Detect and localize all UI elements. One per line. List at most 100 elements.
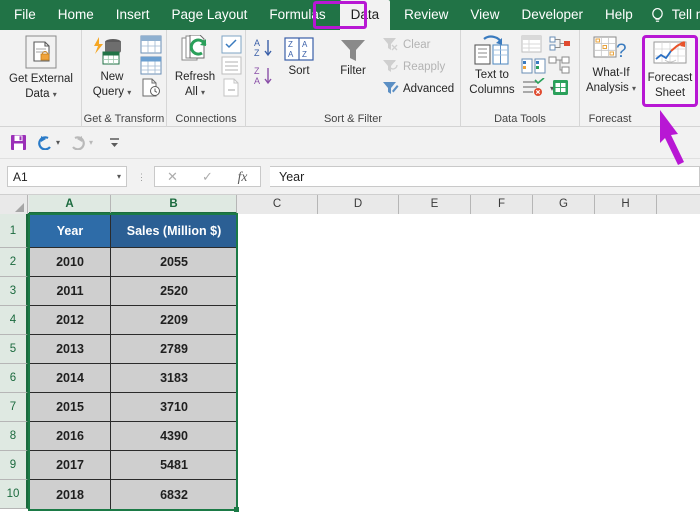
- show-queries-icon[interactable]: [140, 35, 162, 54]
- refresh-all-label-1: Refresh: [174, 71, 216, 83]
- tab-file[interactable]: File: [0, 0, 47, 30]
- name-box-chevron-down-icon[interactable]: ▾: [117, 172, 121, 181]
- tab-insert[interactable]: Insert: [105, 0, 161, 30]
- connections-icon[interactable]: [221, 35, 242, 54]
- tab-view[interactable]: View: [459, 0, 510, 30]
- tab-formulas[interactable]: Formulas: [258, 0, 336, 30]
- cell-a5[interactable]: 2013: [29, 335, 111, 364]
- cell-a4[interactable]: 2012: [29, 306, 111, 335]
- cell-a6[interactable]: 2014: [29, 364, 111, 393]
- formula-bar-drag-handle[interactable]: ⋮: [137, 172, 146, 181]
- recent-sources-icon[interactable]: [140, 78, 162, 97]
- clear-filter-button[interactable]: Clear: [382, 37, 430, 52]
- cell-a10[interactable]: 2018: [29, 480, 111, 509]
- get-external-data-caret-icon[interactable]: ▾: [53, 90, 57, 99]
- cell-a8[interactable]: 2016: [29, 422, 111, 451]
- filter-button[interactable]: Filter: [330, 37, 376, 78]
- column-header-f[interactable]: F: [471, 195, 533, 214]
- save-button[interactable]: [7, 134, 30, 151]
- cell-b10[interactable]: 6832: [111, 480, 237, 509]
- row-header-3[interactable]: 3: [0, 277, 28, 306]
- refresh-all-caret-icon[interactable]: ▾: [201, 88, 205, 97]
- sort-ascending-icon[interactable]: A Z: [252, 37, 276, 59]
- sort-descending-icon[interactable]: Z A: [252, 65, 276, 87]
- what-if-analysis-button[interactable]: ? What-If Analysis ▾: [582, 35, 640, 95]
- column-header-h[interactable]: H: [595, 195, 657, 214]
- redo-caret-icon[interactable]: ▾: [89, 138, 93, 147]
- confirm-entry-button[interactable]: ✓: [190, 169, 225, 185]
- properties-icon[interactable]: [221, 56, 242, 75]
- row-header-2[interactable]: 2: [0, 248, 28, 277]
- ribbon-body: Get External Data ▾ New Query ▾ Get & Tr…: [0, 30, 700, 127]
- row-header-5[interactable]: 5: [0, 335, 28, 364]
- remove-duplicates-icon[interactable]: [521, 56, 547, 75]
- what-if-analysis-label-2-text: Analysis: [585, 82, 629, 94]
- column-header-b[interactable]: B: [111, 195, 237, 214]
- formula-input[interactable]: Year: [270, 166, 700, 187]
- redo-button[interactable]: ▾: [66, 135, 96, 150]
- text-to-columns-button[interactable]: Text to Columns: [463, 35, 521, 97]
- what-if-analysis-caret-icon[interactable]: ▾: [632, 84, 636, 93]
- column-header-c[interactable]: C: [237, 195, 318, 214]
- cell-b5[interactable]: 2789: [111, 335, 237, 364]
- column-header-a[interactable]: A: [29, 195, 111, 214]
- refresh-all-button[interactable]: Refresh All ▾: [169, 35, 221, 99]
- svg-text:A: A: [254, 38, 260, 48]
- cell-a1[interactable]: Year: [29, 214, 111, 248]
- edit-links-icon[interactable]: [221, 78, 242, 97]
- cell-b1[interactable]: Sales (Million $): [111, 214, 237, 248]
- tell-me-box[interactable]: Tell me: [650, 0, 700, 30]
- sort-button[interactable]: Z A A Z Sort: [278, 37, 320, 78]
- cell-a3[interactable]: 2011: [29, 277, 111, 306]
- reapply-filter-button[interactable]: Reapply: [382, 59, 445, 74]
- cell-b6[interactable]: 3183: [111, 364, 237, 393]
- tab-developer[interactable]: Developer: [510, 0, 594, 30]
- undo-caret-icon[interactable]: ▾: [56, 138, 60, 147]
- column-header-i[interactable]: [657, 195, 700, 214]
- tab-page-layout[interactable]: Page Layout: [161, 0, 259, 30]
- tab-data[interactable]: Data: [339, 0, 391, 30]
- from-table-icon[interactable]: [140, 56, 162, 75]
- cell-a7[interactable]: 2015: [29, 393, 111, 422]
- tab-review[interactable]: Review: [393, 0, 459, 30]
- forecast-sheet-button[interactable]: Forecast Sheet: [642, 35, 698, 107]
- select-all-corner-button[interactable]: [0, 195, 28, 214]
- new-query-button[interactable]: New Query ▾: [84, 35, 140, 99]
- column-header-g[interactable]: G: [533, 195, 595, 214]
- manage-data-model-icon[interactable]: [548, 78, 572, 97]
- name-box[interactable]: A1 ▾: [7, 166, 127, 187]
- row-header-6[interactable]: 6: [0, 364, 28, 393]
- column-header-d[interactable]: D: [318, 195, 399, 214]
- sort-label: Sort: [288, 65, 310, 77]
- cell-b2[interactable]: 2055: [111, 248, 237, 277]
- consolidate-icon[interactable]: [548, 35, 572, 54]
- cell-a9[interactable]: 2017: [29, 451, 111, 480]
- new-query-caret-icon[interactable]: ▾: [127, 88, 131, 97]
- row-header-7[interactable]: 7: [0, 393, 28, 422]
- cell-b8[interactable]: 4390: [111, 422, 237, 451]
- flash-fill-icon[interactable]: [521, 35, 542, 53]
- row-header-1[interactable]: 1: [0, 214, 28, 248]
- undo-button[interactable]: ▾: [33, 135, 63, 150]
- cell-b7[interactable]: 3710: [111, 393, 237, 422]
- relationships-icon[interactable]: [548, 56, 572, 75]
- row-header-9[interactable]: 9: [0, 451, 28, 480]
- row-header-4[interactable]: 4: [0, 306, 28, 335]
- row-header-10[interactable]: 10: [0, 480, 28, 509]
- formula-bar: A1 ▾ ⋮ ✕ ✓ fx Year: [0, 159, 700, 195]
- cell-a2[interactable]: 2010: [29, 248, 111, 277]
- cell-b3[interactable]: 2520: [111, 277, 237, 306]
- customize-quick-access-toolbar-button[interactable]: [105, 136, 124, 150]
- get-external-data-button[interactable]: Get External Data ▾: [6, 35, 76, 101]
- column-header-e[interactable]: E: [399, 195, 471, 214]
- cell-b9[interactable]: 5481: [111, 451, 237, 480]
- insert-function-button[interactable]: fx: [225, 169, 260, 185]
- fill-handle[interactable]: [234, 507, 239, 512]
- advanced-filter-button[interactable]: Advanced: [382, 81, 454, 96]
- cell-b4[interactable]: 2209: [111, 306, 237, 335]
- data-validation-icon[interactable]: [521, 78, 547, 97]
- tab-help[interactable]: Help: [594, 0, 644, 30]
- row-header-8[interactable]: 8: [0, 422, 28, 451]
- cancel-entry-button[interactable]: ✕: [155, 169, 190, 185]
- tab-home[interactable]: Home: [47, 0, 105, 30]
